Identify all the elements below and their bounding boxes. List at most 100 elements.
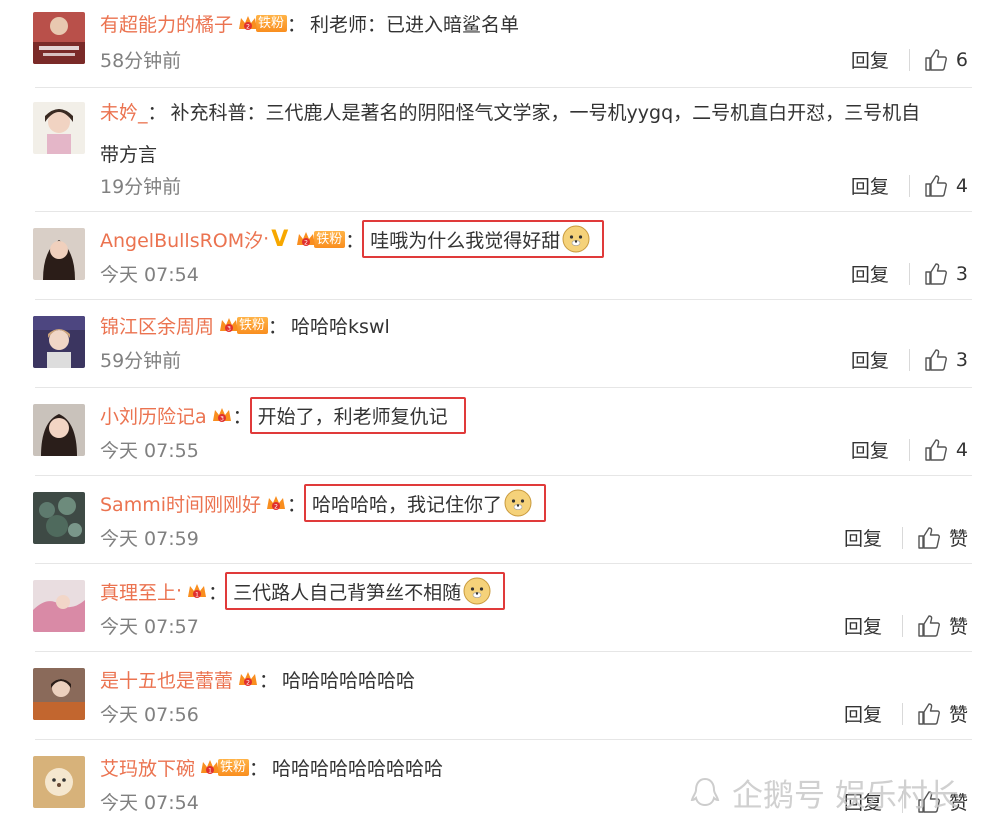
comment-item: Sammi时间刚刚好 2 ： 哈哈哈哈，我记住你了 今天 07:59 回复 赞 xyxy=(0,476,1000,564)
doge-emoji-icon xyxy=(504,489,532,517)
like-count[interactable]: 4 xyxy=(956,175,968,197)
like-count[interactable]: 4 xyxy=(956,439,968,461)
timestamp: 今天 07:54 xyxy=(100,792,199,814)
divider xyxy=(908,174,910,197)
like-label[interactable]: 赞 xyxy=(949,612,968,639)
colon: ： xyxy=(232,405,252,428)
fan-badge: 铁粉 xyxy=(218,758,250,776)
thumbs-up-icon[interactable] xyxy=(917,526,941,550)
comment-actions: 回复 4 xyxy=(851,172,968,199)
comment-text-continued: 带方言 xyxy=(100,144,158,166)
colon: ： xyxy=(259,669,279,692)
comment-text: 利老师：已进入暗鲨名单 xyxy=(310,13,520,36)
svg-text:2: 2 xyxy=(274,504,278,511)
username[interactable]: AngelBullsROM汐 xyxy=(100,226,263,253)
svg-text:2: 2 xyxy=(246,24,250,31)
divider xyxy=(908,48,910,71)
thumbs-up-icon[interactable] xyxy=(924,48,948,72)
reply-button[interactable]: 回复 xyxy=(844,788,882,815)
divider xyxy=(901,614,903,637)
comment-item: 小刘历险记a 3 ： 开始了，利老师复仇记 今天 07:55 回复 4 xyxy=(0,388,1000,476)
comment-actions: 回复 赞 xyxy=(844,788,968,815)
comment-item: 锦江区余周周 3 铁粉 ： 哈哈哈kswl 59分钟前 回复 3 xyxy=(0,300,1000,388)
comment-text: 哈哈哈哈，我记住你了 xyxy=(312,493,503,516)
doge-emoji-icon xyxy=(463,577,491,605)
highlight-box: 哇哦为什么我觉得好甜 xyxy=(362,220,605,258)
thumbs-up-icon[interactable] xyxy=(917,790,941,814)
comment-text: 哈哈哈哈哈哈哈哈哈 xyxy=(272,757,444,780)
svg-text:3: 3 xyxy=(227,326,231,333)
avatar[interactable] xyxy=(33,580,85,632)
crown-icon: 1 xyxy=(199,756,221,778)
like-label[interactable]: 赞 xyxy=(949,788,968,815)
like-label[interactable]: 赞 xyxy=(949,524,968,551)
colon: ： xyxy=(268,315,288,338)
highlight-box: 开始了，利老师复仇记 xyxy=(249,396,466,434)
highlight-box: 三代路人自己背笋丝不相随 xyxy=(225,572,506,610)
username[interactable]: 真理至上 xyxy=(100,578,176,605)
reply-button[interactable]: 回复 xyxy=(851,172,889,199)
comment-text: 哈哈哈kswl xyxy=(291,315,390,338)
colon: ： xyxy=(147,101,167,124)
svg-text:1: 1 xyxy=(195,592,199,599)
comment-item: 真理至上 · 1 ： 三代路人自己背笋丝不相随 今天 07:57 回复 赞 xyxy=(0,564,1000,652)
username[interactable]: 锦江区余周周 xyxy=(100,312,214,339)
comment-actions: 回复 赞 xyxy=(844,700,968,727)
avatar[interactable] xyxy=(33,492,85,544)
crown-icon: 2 xyxy=(265,492,287,514)
timestamp: 今天 07:54 xyxy=(100,264,199,286)
avatar[interactable] xyxy=(33,316,85,368)
crown-icon: 1 xyxy=(186,580,208,602)
like-count[interactable]: 6 xyxy=(956,49,968,71)
thumbs-up-icon[interactable] xyxy=(917,702,941,726)
reply-button[interactable]: 回复 xyxy=(851,346,889,373)
fan-badge: 铁粉 xyxy=(314,230,346,248)
username[interactable]: 艾玛放下碗 xyxy=(100,754,195,781)
divider xyxy=(908,438,910,461)
username[interactable]: Sammi时间刚刚好 xyxy=(100,490,261,517)
username[interactable]: 小刘历险记a xyxy=(100,402,207,429)
reply-button[interactable]: 回复 xyxy=(851,260,889,287)
thumbs-up-icon[interactable] xyxy=(924,174,948,198)
like-label[interactable]: 赞 xyxy=(949,700,968,727)
svg-text:1: 1 xyxy=(208,768,212,775)
crown-icon: 3 xyxy=(218,314,240,336)
timestamp: 59分钟前 xyxy=(100,350,182,372)
avatar[interactable] xyxy=(33,756,85,808)
avatar[interactable] xyxy=(33,12,85,64)
reply-button[interactable]: 回复 xyxy=(844,612,882,639)
timestamp: 19分钟前 xyxy=(100,176,182,198)
fan-badge: 铁粉 xyxy=(256,14,288,32)
avatar[interactable] xyxy=(33,404,85,456)
name-dot: · xyxy=(263,228,270,250)
thumbs-up-icon[interactable] xyxy=(924,348,948,372)
reply-button[interactable]: 回复 xyxy=(851,46,889,73)
thumbs-up-icon[interactable] xyxy=(917,614,941,638)
divider xyxy=(901,702,903,725)
comment-actions: 回复 4 xyxy=(851,436,968,463)
reply-button[interactable]: 回复 xyxy=(844,700,882,727)
username[interactable]: 未妗_ xyxy=(100,98,148,125)
like-count[interactable]: 3 xyxy=(956,349,968,371)
reply-button[interactable]: 回复 xyxy=(851,436,889,463)
svg-text:2: 2 xyxy=(246,680,250,687)
divider xyxy=(901,790,903,813)
doge-emoji-icon xyxy=(562,225,590,253)
like-count[interactable]: 3 xyxy=(956,263,968,285)
username[interactable]: 是十五也是蕾蕾 xyxy=(100,666,233,693)
reply-button[interactable]: 回复 xyxy=(844,524,882,551)
comment-item: 有超能力的橘子 2 铁粉 ： 利老师：已进入暗鲨名单 58分钟前 回复 6 xyxy=(0,0,1000,88)
crown-icon: 3 xyxy=(211,404,233,426)
username[interactable]: 有超能力的橘子 xyxy=(100,10,233,37)
comment-text: 哇哦为什么我觉得好甜 xyxy=(370,229,561,252)
avatar[interactable] xyxy=(33,228,85,280)
timestamp: 今天 07:55 xyxy=(100,440,199,462)
timestamp: 今天 07:57 xyxy=(100,616,199,638)
timestamp: 今天 07:59 xyxy=(100,528,199,550)
thumbs-up-icon[interactable] xyxy=(924,438,948,462)
avatar[interactable] xyxy=(33,668,85,720)
divider xyxy=(901,526,903,549)
comment-actions: 回复 赞 xyxy=(844,612,968,639)
thumbs-up-icon[interactable] xyxy=(924,262,948,286)
avatar[interactable] xyxy=(33,102,85,154)
